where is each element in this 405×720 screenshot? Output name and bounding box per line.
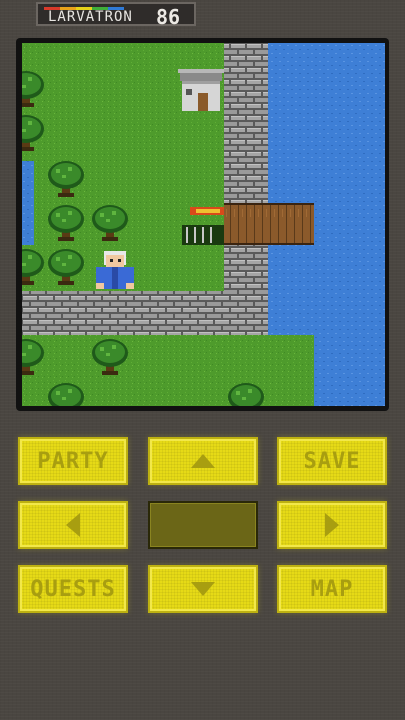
center-pad xyxy=(148,501,258,549)
game-map-viewport[interactable] xyxy=(22,43,385,406)
house-building[interactable] xyxy=(178,69,224,111)
map-button[interactable]: MAP xyxy=(277,565,387,613)
move-right-button[interactable] xyxy=(277,501,387,549)
top-bar: LARVATRON 86 xyxy=(0,0,405,30)
move-down-button[interactable] xyxy=(148,565,258,613)
arrow-right-icon xyxy=(325,513,339,537)
brand-logo: LARVATRON 86 xyxy=(36,2,196,29)
save-button[interactable]: SAVE xyxy=(277,437,387,485)
quests-button[interactable]: QUESTS xyxy=(18,565,128,613)
brand-number: 86 xyxy=(156,5,181,29)
arrow-left-icon xyxy=(66,513,80,537)
move-up-button[interactable] xyxy=(148,437,258,485)
brand-text: LARVATRON xyxy=(48,9,133,25)
game-map xyxy=(22,43,385,406)
arrow-down-icon xyxy=(191,582,215,596)
move-left-button[interactable] xyxy=(18,501,128,549)
party-button[interactable]: PARTY xyxy=(18,437,128,485)
arrow-up-icon xyxy=(191,454,215,468)
